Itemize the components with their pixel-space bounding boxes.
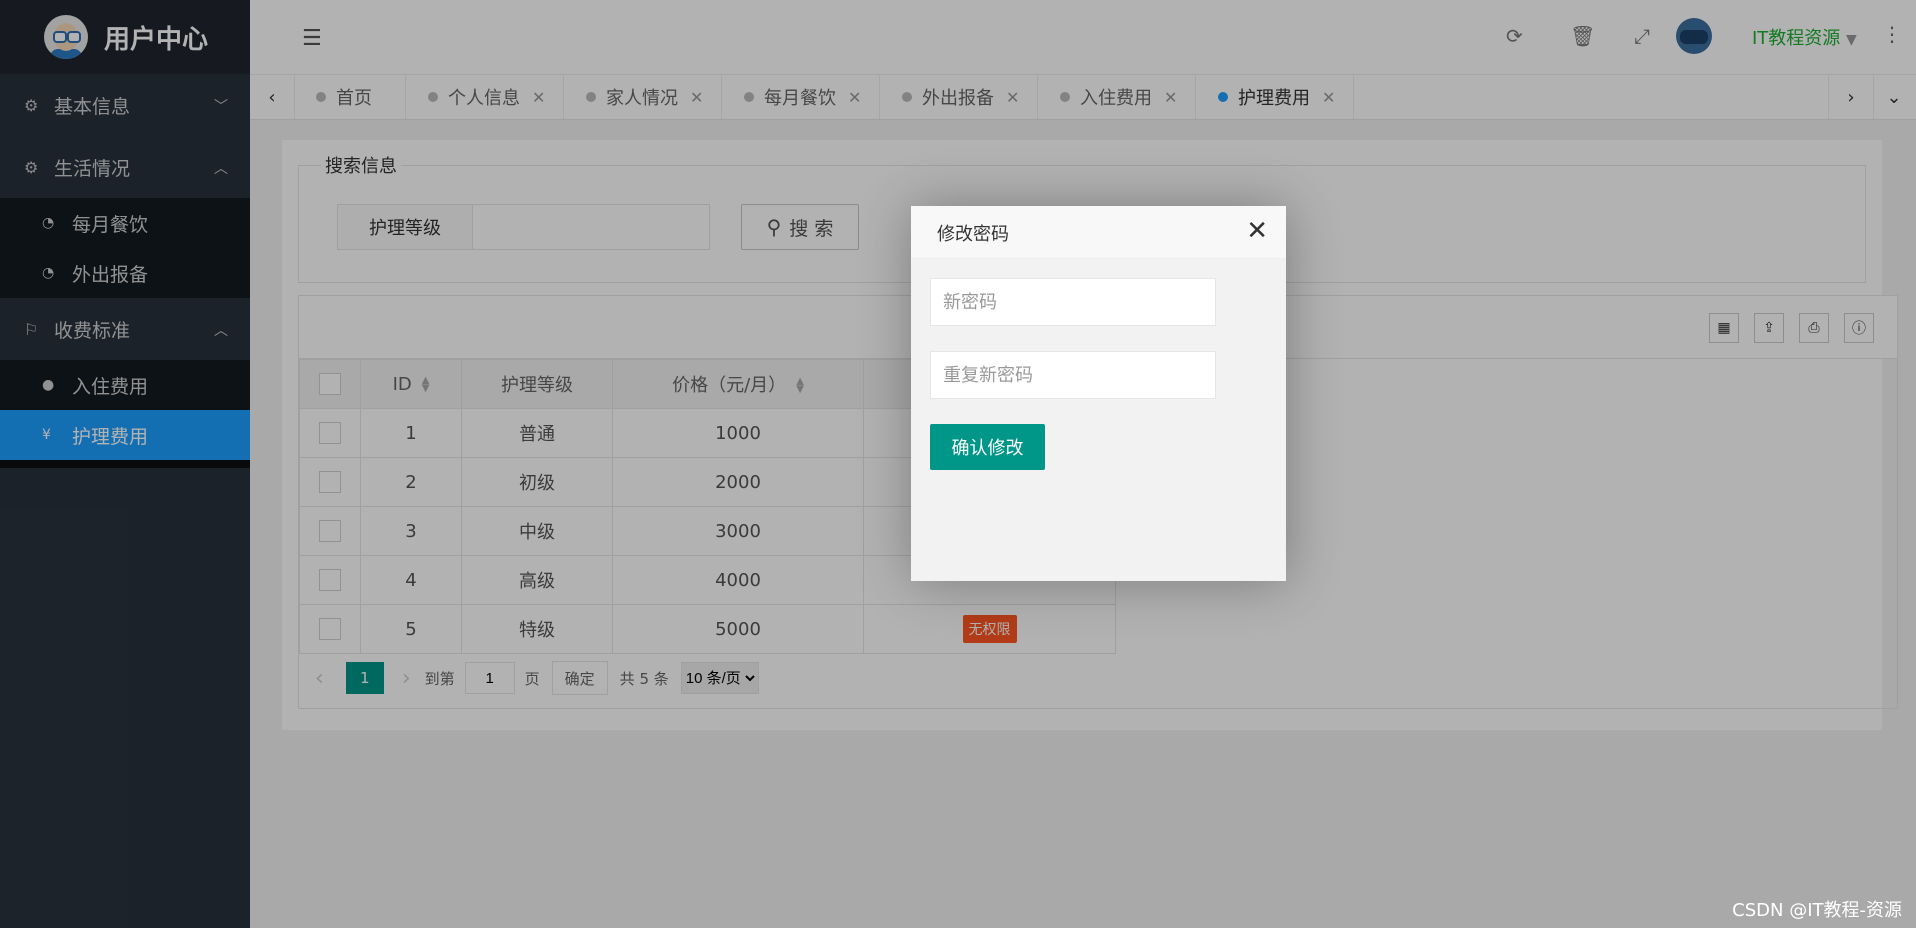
new-password-input[interactable] — [930, 278, 1216, 326]
repeat-password-input[interactable] — [930, 351, 1216, 399]
dialog-title: 修改密码 — [937, 224, 1009, 245]
watermark: CSDN @IT教程-资源 — [1732, 900, 1902, 921]
confirm-change-button[interactable]: 确认修改 — [930, 424, 1045, 470]
dialog-header: 修改密码 ✕ — [911, 206, 1286, 259]
close-icon[interactable]: ✕ — [1246, 216, 1268, 246]
change-password-dialog: 修改密码 ✕ 确认修改 — [911, 206, 1286, 581]
